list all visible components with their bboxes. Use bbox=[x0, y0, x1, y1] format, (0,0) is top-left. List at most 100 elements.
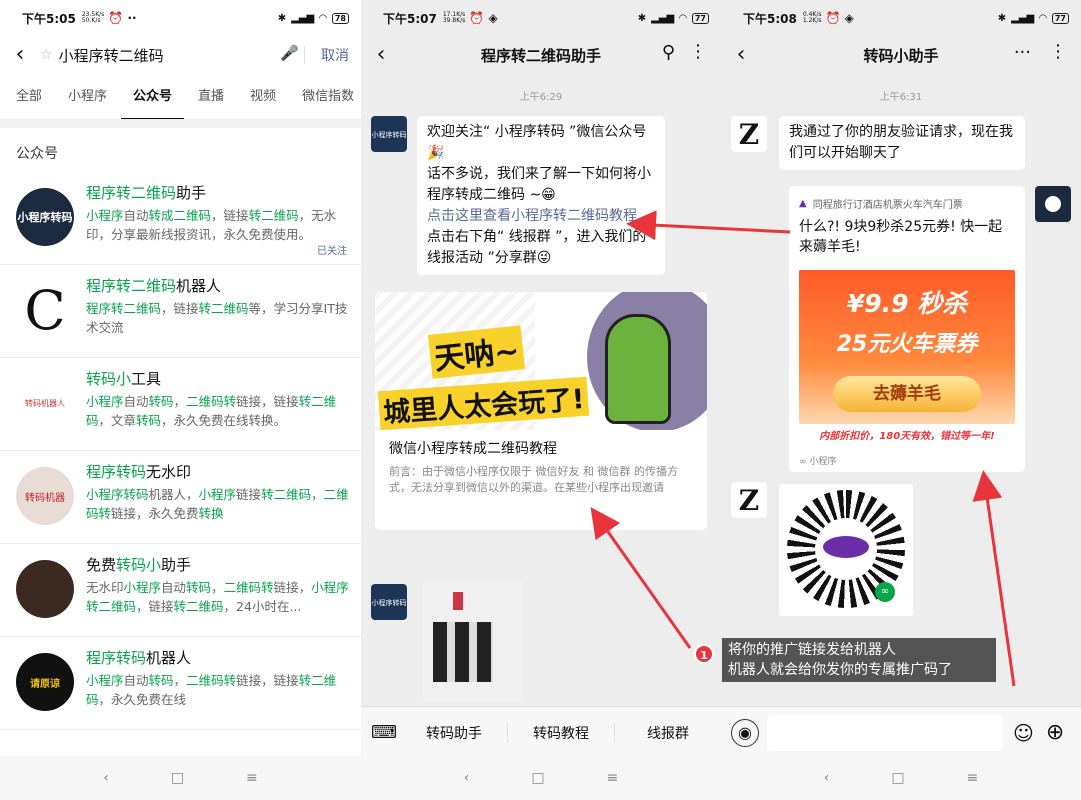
bluetooth-icon: ✱ bbox=[637, 12, 647, 24]
nav-menu-icon[interactable]: ≡ bbox=[967, 770, 979, 786]
mini-program-badge-icon: ∞ bbox=[875, 582, 895, 602]
tab-official-account[interactable]: 公众号 bbox=[121, 76, 185, 119]
account-description: 程序转二维码，链接转二维码等，学习分享IT技术交流 bbox=[86, 301, 348, 335]
nav-back-icon[interactable]: ‹ bbox=[464, 770, 470, 786]
blimp-logo-icon bbox=[823, 536, 869, 558]
search-results-panel: 下午5:05 23.5K/s 50.K/s ⏰ ·· ✱ ▂▄▆ ◠ 78 ‹ ☆… bbox=[0, 0, 361, 800]
mini-program-icon: ∞ bbox=[799, 457, 810, 467]
mini-program-tag: 小程序 bbox=[809, 457, 837, 467]
account-avatar: 转码机器人 bbox=[16, 374, 74, 432]
tab-mini-program[interactable]: 小程序 bbox=[68, 76, 107, 119]
nav-menu-icon[interactable]: ≡ bbox=[607, 770, 619, 786]
battery-icon: 77 bbox=[1051, 12, 1069, 24]
emoji-icon[interactable]: ☺ bbox=[1013, 721, 1034, 745]
status-bar: 下午5:07 17.1K/s 39.8K/s ⏰ ◈ ✱ ▂▄▆ ◠ 77 bbox=[361, 0, 721, 36]
system-nav-bar: ‹ □ ≡ bbox=[0, 756, 361, 800]
nav-home-icon[interactable]: □ bbox=[531, 770, 544, 786]
chat-header: ‹ 转码小助手 ··· ⋮ bbox=[721, 36, 1081, 74]
alarm-icon: ⏰ bbox=[825, 11, 841, 25]
tab-wechat-index[interactable]: 微信指数 bbox=[302, 76, 354, 119]
message-time: 上午6:31 bbox=[879, 92, 923, 103]
cancel-button[interactable]: 取消 bbox=[321, 45, 349, 65]
menu-item-transcode-assistant[interactable]: 转码助手 bbox=[401, 722, 508, 743]
mic-icon[interactable]: 🎤 bbox=[280, 44, 299, 62]
search-input[interactable]: 小程序转二维码 bbox=[59, 45, 164, 66]
nav-back-icon[interactable]: ‹ bbox=[824, 770, 830, 786]
message-time: 上午6:29 bbox=[519, 92, 563, 103]
assistant-avatar[interactable]: 小程序转码 bbox=[371, 584, 407, 620]
promo-button[interactable]: 去薅羊毛 bbox=[833, 376, 981, 412]
account-avatar: C bbox=[16, 281, 74, 339]
result-item[interactable]: 小程序转码 程序转二维码助手 小程序自动转成二维码，链接转二维码，无水印，分享最新线… bbox=[0, 172, 361, 265]
chat-panel-assistant: 下午5:07 17.1K/s 39.8K/s ⏰ ◈ ✱ ▂▄▆ ◠ 77 ‹ 程… bbox=[361, 0, 721, 800]
result-item[interactable]: 转码机器 程序转码无水印小程序转码机器人，小程序链接转二维码，二维码转链接，永久免… bbox=[0, 451, 361, 544]
add-icon[interactable]: ⊕ bbox=[1046, 720, 1064, 745]
back-arrow-icon[interactable]: ‹ bbox=[0, 44, 40, 66]
menu-item-tutorial[interactable]: 转码教程 bbox=[508, 722, 615, 743]
more-horizontal-icon[interactable]: ··· bbox=[1014, 42, 1031, 63]
tongcheng-logo-icon: ▲ bbox=[799, 198, 807, 209]
chat-header: ‹ 程序转二维码助手 ⚲ ⋮ bbox=[361, 36, 721, 74]
result-item[interactable]: C 程序转二维码机器人程序转二维码，链接转二维码等，学习分享IT技术交流 bbox=[0, 265, 361, 358]
keyboard-icon[interactable]: ⌨ bbox=[371, 722, 401, 743]
bluetooth-icon: ✱ bbox=[997, 12, 1007, 24]
input-toolbar: ◉ ☺ ⊕ bbox=[721, 706, 1081, 758]
wifi-icon: ◠ bbox=[319, 12, 327, 24]
annotation-note: 将你的推广链接发给机器人 机器人就会给你发你的专属推广码了 bbox=[722, 638, 996, 682]
search-bar: ‹ ☆ 小程序转二维码 🎤 取消 bbox=[0, 36, 361, 74]
signal-icon: ▂▄▆ bbox=[651, 12, 675, 24]
star-icon[interactable]: ☆ bbox=[40, 47, 53, 63]
user-avatar[interactable] bbox=[1035, 186, 1071, 222]
more-icon: ·· bbox=[123, 11, 137, 25]
battery-icon: 78 bbox=[331, 12, 349, 24]
result-item[interactable]: 请原谅 程序转码机器人 小程序自动转码，二维码转链接，链接转二维码，永久免费在线 bbox=[0, 637, 361, 730]
account-description: 小程序转码机器人，小程序链接转二维码，二维码转链接，永久免费转换 bbox=[86, 487, 349, 521]
nav-back-icon[interactable]: ‹ bbox=[103, 770, 109, 786]
message-input[interactable] bbox=[767, 714, 1003, 751]
section-title: 公众号 bbox=[16, 146, 58, 162]
bot-avatar[interactable]: Z bbox=[731, 482, 767, 518]
nav-menu-icon[interactable]: ≡ bbox=[246, 770, 258, 786]
search-tabs: 全部 小程序 公众号 直播 视频 微信指数 bbox=[0, 76, 361, 120]
voice-icon[interactable]: ◉ bbox=[731, 718, 759, 747]
tab-video[interactable]: 视频 bbox=[250, 76, 276, 119]
account-avatar bbox=[16, 560, 74, 618]
qr-code-message[interactable]: ∞ bbox=[779, 484, 913, 616]
account-description: 小程序自动转成二维码，链接转二维码，无水印，分享最新线报资讯，永久免费使用。 bbox=[86, 208, 337, 242]
greeting-message: 我通过了你的朋友验证请求，现在我们可以开始聊天了 bbox=[779, 116, 1025, 170]
result-item[interactable]: 免费转码小助手 无水印小程序自动转码，二维码转链接，小程序转二维码，链接转二维码，… bbox=[0, 544, 361, 637]
bluetooth-icon: ✱ bbox=[277, 12, 287, 24]
assistant-avatar[interactable]: 小程序转码 bbox=[371, 116, 407, 152]
result-item[interactable]: 转码机器人 转码小工具 小程序自动转码，二维码转链接，链接转二维码，文章转码，永久免… bbox=[0, 358, 361, 451]
menu-item-deals-group[interactable]: 线报群 bbox=[615, 723, 721, 743]
nav-home-icon[interactable]: □ bbox=[171, 770, 184, 786]
tab-all[interactable]: 全部 bbox=[16, 76, 42, 119]
status-bar: 下午5:08 0.4K/s 1.2K/s ⏰ ◈ ✱ ▂▄▆ ◠ 77 bbox=[721, 0, 1081, 36]
profile-icon[interactable]: ⚲ bbox=[662, 42, 675, 63]
account-avatar: 请原谅 bbox=[16, 653, 74, 711]
bot-avatar[interactable]: Z bbox=[731, 116, 767, 152]
system-nav-bar: ‹ □ ≡ bbox=[721, 756, 1081, 800]
tutorial-link[interactable]: 点击这里查看小程序转二维码教程 bbox=[427, 208, 637, 224]
more-vertical-icon[interactable]: ⋮ bbox=[689, 41, 707, 62]
mini-program-source: 同程旅行订酒店机票火车汽车门票 bbox=[812, 200, 963, 211]
signal-icon: ▂▄▆ bbox=[291, 12, 315, 24]
account-avatar: 转码机器 bbox=[16, 467, 74, 525]
nav-home-icon[interactable]: □ bbox=[891, 770, 904, 786]
step-number-badge: 1 bbox=[694, 644, 714, 664]
blurred-image-message[interactable] bbox=[423, 582, 523, 702]
shield-icon: ◈ bbox=[484, 11, 498, 25]
more-vertical-icon[interactable]: ⋮ bbox=[1049, 41, 1067, 62]
mini-program-card[interactable]: ▲ 同程旅行订酒店机票火车汽车门票 什么?! 9块9秒杀25元券! 快一起来薅羊… bbox=[789, 186, 1025, 472]
account-avatar: 小程序转码 bbox=[16, 188, 74, 246]
battery-icon: 77 bbox=[691, 12, 709, 24]
net-speed-down: 1.2K/s bbox=[802, 17, 822, 24]
article-card[interactable]: 天呐~ 城里人太会玩了! 微信小程序转成二维码教程 前言：由于微信小程序仅限于 … bbox=[375, 292, 707, 530]
tab-live[interactable]: 直播 bbox=[198, 76, 224, 119]
account-name: 程序转二维码机器人 bbox=[86, 277, 222, 295]
followed-label: 已关注 bbox=[317, 246, 347, 257]
wifi-icon: ◠ bbox=[1039, 12, 1047, 24]
account-name: 程序转码无水印 bbox=[86, 463, 192, 481]
alarm-icon: ⏰ bbox=[108, 11, 124, 25]
status-time: 下午5:07 bbox=[383, 11, 437, 26]
